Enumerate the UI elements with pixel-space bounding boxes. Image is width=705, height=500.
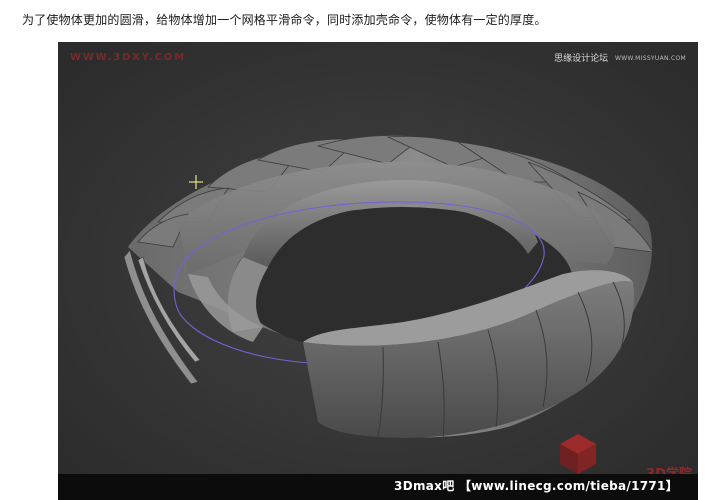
page: 为了使物体更加的圆滑，给物体增加一个网格平滑命令，同时添加壳命令，使物体有一定的… <box>0 0 705 500</box>
bottom-caption: 3Dmax吧 【www.linecg.com/tieba/1771】 <box>394 479 678 493</box>
viewport-render <box>58 42 698 500</box>
watermark-right-title: 思缘设计论坛 <box>554 54 609 64</box>
3d-viewport[interactable]: WWW.3DXY.COM 思缘设计论坛 WWW.MISSYUAN.COM 3D学… <box>58 42 698 500</box>
watermark-left: WWW.3DXY.COM <box>70 52 186 63</box>
tutorial-caption: 为了使物体更加的圆滑，给物体增加一个网格平滑命令，同时添加壳命令，使物体有一定的… <box>22 13 547 27</box>
watermark-right: 思缘设计论坛 WWW.MISSYUAN.COM <box>554 51 686 64</box>
watermark-right-url: WWW.MISSYUAN.COM <box>614 55 686 62</box>
